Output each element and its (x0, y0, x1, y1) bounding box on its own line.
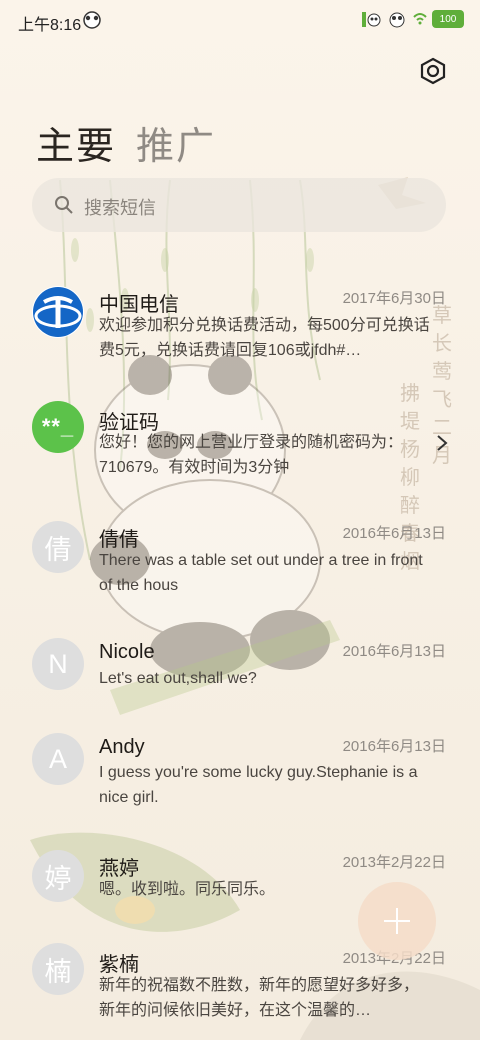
battery-indicator: 100 (432, 10, 464, 28)
avatar: N (32, 638, 84, 690)
avatar: 倩 (32, 521, 84, 573)
avatar-text: 倩 (44, 534, 72, 565)
avatar-text: N (48, 648, 68, 679)
avatar: 楠 (32, 943, 84, 995)
conversation-item[interactable]: 倩 倩倩 2016年6月13日 There was a table set ou… (0, 515, 480, 605)
search-input[interactable]: 搜索短信 (32, 178, 446, 232)
battery-level: 100 (439, 13, 457, 25)
status-icons: 100 (360, 9, 464, 29)
conversation-name: Nicole (99, 641, 155, 663)
panda-notification-icon (83, 11, 101, 29)
conversation-preview: 您好！您的网上营业厅登录的随机密码为：710679。有效时间为3分钟 (99, 434, 404, 476)
bamboo-panda-icon (362, 12, 381, 27)
conversation-item[interactable]: **_ 验证码 您好！您的网上营业厅登录的随机密码为：710679。有效时间为3… (0, 400, 480, 490)
search-icon (55, 196, 73, 214)
avatar-text: 楠 (44, 956, 72, 987)
avatar-text: A (48, 743, 67, 774)
panda-signal-icon (389, 12, 405, 28)
conversation-name: Andy (99, 736, 145, 758)
conversation-item[interactable]: N Nicole 2016年6月13日 Let's eat out,shall … (0, 632, 480, 702)
avatar-text: 婷 (44, 863, 72, 894)
avatar: A (32, 733, 84, 785)
conversation-preview: Let's eat out,shall we? (99, 670, 257, 687)
conversation-item[interactable]: A Andy 2016年6月13日 I guess you're some lu… (0, 727, 480, 817)
conversation-date: 2016年6月13日 (342, 738, 446, 755)
hexagon-settings-icon[interactable] (418, 56, 448, 86)
conversation-date: 2017年6月30日 (342, 290, 446, 307)
tab-primary[interactable]: 主要 (36, 115, 116, 170)
wifi-icon (413, 13, 427, 25)
avatar: **_ (32, 401, 84, 453)
avatar-text: **_ (41, 414, 75, 439)
search-placeholder: 搜索短信 (84, 198, 156, 218)
conversation-preview: 欢迎参加积分兑换话费活动，每500分可兑换话费5元，兑换话费请回复106或jfd… (99, 317, 430, 359)
status-time: 上午8:16 (18, 17, 82, 34)
conversation-preview: I guess you're some lucky guy.Stephanie … (99, 764, 418, 806)
conversation-preview: There was a table set out under a tree i… (99, 552, 423, 594)
conversation-item[interactable]: 中国电信 2017年6月30日 欢迎参加积分兑换话费活动，每500分可兑换话费5… (0, 280, 480, 380)
tab-promotions[interactable]: 推广 (136, 115, 216, 170)
chevron-right-icon[interactable] (436, 434, 448, 452)
conversation-preview: 新年的祝福数不胜数，新年的愿望好多好多，新年的问候依旧美好，在这个温馨的… (99, 977, 420, 1019)
conversation-date: 2016年6月13日 (342, 525, 446, 542)
conversation-date: 2013年2月22日 (342, 854, 446, 871)
china-telecom-logo-icon (32, 286, 84, 338)
new-message-button[interactable] (358, 882, 436, 960)
conversation-date: 2016年6月13日 (342, 643, 446, 660)
avatar: 婷 (32, 850, 84, 902)
status-bar: 上午8:16 100 (0, 0, 480, 42)
